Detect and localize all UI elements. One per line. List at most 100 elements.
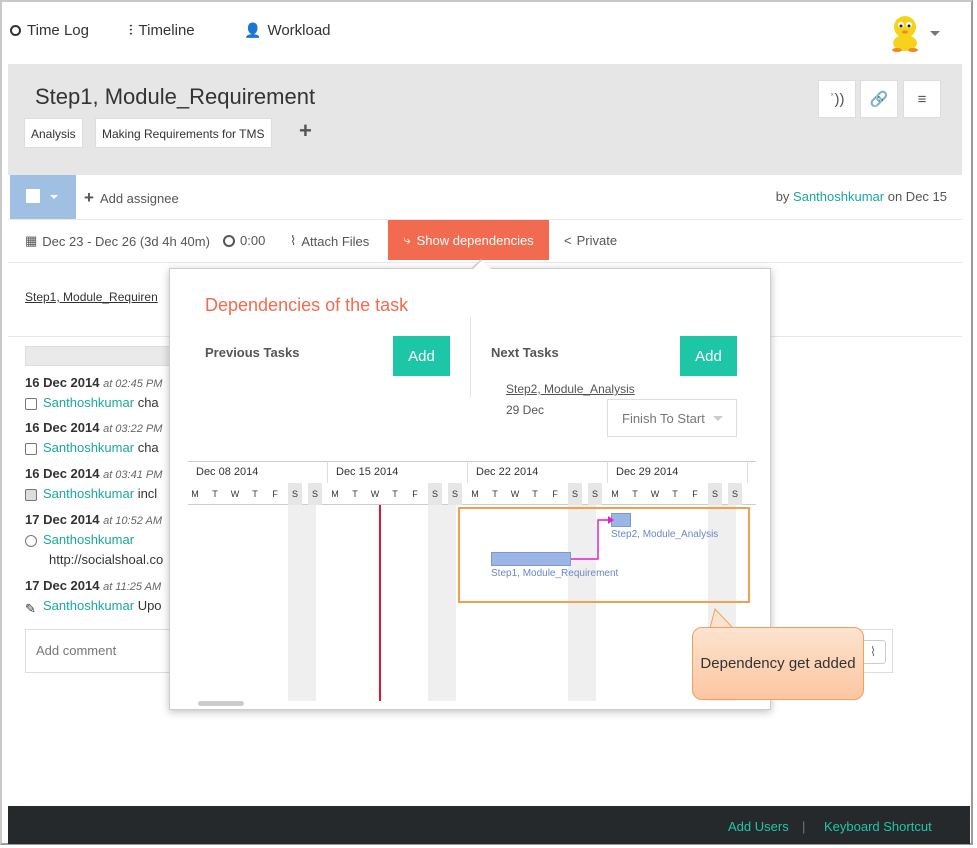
clock-icon (223, 234, 235, 247)
link-button[interactable]: 🔗 (860, 80, 898, 118)
popup-arrow-inner (473, 260, 491, 269)
select-checkbox-dropdown[interactable] (10, 175, 76, 219)
relation-type-select[interactable]: Finish To Start (607, 399, 737, 437)
gantt-day-label: S (728, 483, 742, 505)
next-task-link[interactable]: Step2, Module_Analysis (506, 382, 635, 396)
task-header: Step1, Module_Requirement Analysis Makin… (8, 64, 962, 175)
rss-icon: ʾ)) (829, 90, 845, 108)
add-tag-icon[interactable]: + (299, 118, 312, 144)
chevron-down-icon (50, 195, 58, 199)
gantt-day-label: T (492, 489, 498, 499)
created-date: on Dec 15 (887, 189, 947, 204)
time-tracked[interactable]: 0:00 (223, 233, 265, 248)
activity-time-label: at 03:22 PM (103, 423, 163, 435)
gantt-day-label: W (510, 489, 520, 499)
gantt-week-header: Dec 22 2014 (468, 461, 608, 483)
checkbox[interactable] (26, 189, 40, 203)
gantt-day-label: W (650, 489, 660, 499)
gantt-day-label: M (471, 489, 479, 499)
gantt-day-label: M (191, 489, 199, 499)
show-dependencies-label: Show dependencies (416, 232, 534, 248)
activity-item: Santhoshkumar cha (25, 440, 159, 455)
tag-analysis[interactable]: Analysis (24, 118, 83, 148)
chevron-down-icon[interactable] (930, 31, 940, 36)
assignee-row: + Add assignee by Santhoshkumar on Dec 1… (8, 175, 962, 220)
gantt-day-label: T (212, 489, 218, 499)
checkbox-icon (25, 397, 37, 410)
gantt-week-header: Dec 29 2014 (608, 461, 748, 483)
activity-date-label: 17 Dec 2014 (25, 578, 100, 593)
time-label: 0:00 (240, 233, 266, 248)
activity-user-link[interactable]: Santhoshkumar (43, 440, 134, 455)
annotation-callout: Dependency get added (692, 627, 864, 700)
avatar[interactable] (888, 14, 922, 52)
next-task-date: 29 Dec (506, 403, 545, 417)
footer: Add Users | Keyboard Shortcut (8, 806, 970, 844)
activity-text: cha (137, 395, 159, 410)
folder-icon (25, 488, 37, 501)
gantt-chart: Dec 08 2014 M T W T F S S Dec 15 2014 M T W T F S S Dec … (188, 461, 756, 701)
gantt-week-header: Dec 08 2014 (188, 461, 328, 483)
task-meta-row: ▦ Dec 23 - Dec 26 (3d 4h 40m) 0:00 ⌇ Att… (8, 220, 962, 263)
gantt-day-label: W (370, 489, 380, 499)
private-toggle[interactable]: < Private (564, 233, 617, 248)
keyboard-shortcut-link[interactable]: Keyboard Shortcut (824, 819, 932, 834)
menu-button[interactable]: ≡ (903, 80, 941, 118)
activity-item: Santhoshkumar cha (25, 395, 159, 410)
today-marker (379, 505, 381, 701)
horizontal-scrollbar[interactable] (198, 701, 244, 706)
add-assignee-button[interactable]: + Add assignee (84, 188, 179, 208)
activity-user-link[interactable]: Santhoshkumar (43, 395, 134, 410)
next-tasks-heading: Next Tasks (491, 345, 559, 360)
activity-date: 16 Dec 2014 at 03:22 PM (25, 420, 162, 435)
activity-date: 17 Dec 2014 at 10:52 AM (25, 512, 162, 527)
gantt-day-label: S (588, 483, 602, 505)
activity-text: cha (137, 440, 159, 455)
nav-timeline[interactable]: ⫶ Timeline (129, 22, 195, 39)
activity-user-link[interactable]: Santhoshkumar (43, 486, 134, 501)
activity-user-link[interactable]: Santhoshkumar (43, 598, 134, 613)
activity-item: Santhoshkumar (25, 532, 134, 547)
gantt-day-label: F (412, 489, 418, 499)
previous-tasks-heading: Previous Tasks (205, 345, 300, 360)
nav-time-log[interactable]: Time Log (10, 22, 89, 39)
gantt-day-label: F (692, 489, 698, 499)
activity-item: ✎ Santhoshkumar Upo (25, 598, 162, 616)
activity-time-label: at 03:41 PM (103, 469, 163, 481)
show-dependencies-button[interactable]: ⤷ Show dependencies (388, 220, 549, 260)
nav-workload[interactable]: 👤 Workload (244, 22, 331, 39)
nav-timeline-label: Timeline (138, 22, 195, 39)
activity-date: 16 Dec 2014 at 02:45 PM (25, 375, 162, 390)
activity-date-label: 16 Dec 2014 (25, 420, 100, 435)
activity-comment-text: http://socialshoal.co (49, 552, 164, 567)
gantt-day-label: T (532, 489, 538, 499)
user-icon: 👤 (244, 22, 262, 38)
activity-date-label: 16 Dec 2014 (25, 466, 100, 481)
author-link[interactable]: Santhoshkumar (793, 189, 884, 204)
nav-time-log-label: Time Log (27, 22, 89, 39)
gantt-day-label: T (392, 489, 398, 499)
add-next-task-button[interactable]: Add (680, 336, 737, 376)
attach-files-button[interactable]: ⌇ Attach Files (290, 233, 369, 249)
comment-input[interactable]: Add comment (36, 643, 116, 658)
chevron-down-icon (712, 415, 723, 421)
activity-date: 17 Dec 2014 at 11:25 AM (25, 578, 161, 593)
tag-making-requirements[interactable]: Making Requirements for TMS (95, 118, 272, 148)
activity-user-link[interactable]: Santhoshkumar (43, 532, 134, 547)
activity-time-label: at 11:25 AM (103, 581, 162, 593)
nav-workload-label: Workload (267, 22, 331, 39)
activity-text: incl (137, 486, 158, 501)
gantt-day-label: M (611, 489, 619, 499)
dependencies-popup: Dependencies of the task Previous Tasks … (169, 260, 771, 710)
clock-icon (10, 25, 21, 36)
add-users-link[interactable]: Add Users (728, 819, 789, 834)
add-previous-task-button[interactable]: Add (393, 336, 450, 376)
link-icon: 🔗 (869, 91, 889, 108)
private-label: Private (576, 233, 618, 248)
rss-button[interactable]: ʾ)) (818, 80, 856, 118)
gantt-day-label: S (708, 483, 722, 505)
gantt-week-header: Dec 15 2014 (328, 461, 468, 483)
plus-icon: + (84, 188, 94, 207)
date-range[interactable]: ▦ Dec 23 - Dec 26 (3d 4h 40m) (25, 233, 210, 249)
description-link[interactable]: Step1, Module_Requiren (25, 290, 158, 304)
